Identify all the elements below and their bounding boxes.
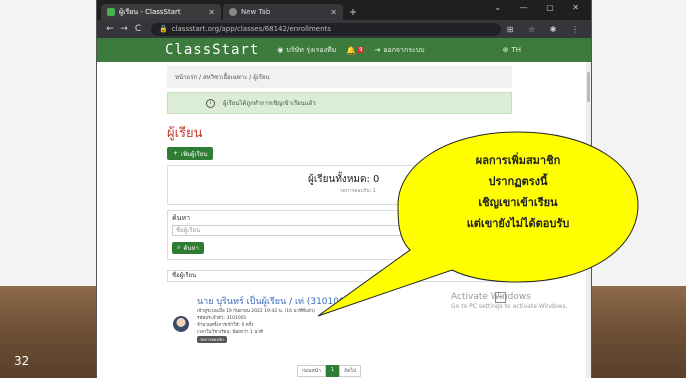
- search-input[interactable]: ชื่อผู้เรียน: [172, 225, 412, 236]
- pager-next[interactable]: ถัดไป: [339, 365, 362, 377]
- notification-bell[interactable]: 🔔 9: [346, 45, 365, 55]
- logout-link[interactable]: ⇥ ออกจากระบบ: [374, 45, 424, 56]
- tab-bar: ผู้เรียน - ClassStart ✕ New Tab ✕ + ⌄ — …: [97, 0, 591, 20]
- activate-windows-watermark: Activate Windows Go to PC settings to ac…: [451, 292, 568, 310]
- user-menu[interactable]: ◉ บริษัท รุ่งเรองทีม: [277, 45, 336, 56]
- plus-icon: +: [173, 150, 179, 157]
- list-header: ชื่อผู้เรียน: [167, 270, 512, 282]
- url-text: classstart.org/app/classes/68142/enrollm…: [171, 25, 331, 33]
- search-label: ค้นหา: [172, 214, 191, 222]
- tab-classstart[interactable]: ผู้เรียน - ClassStart ✕: [101, 4, 221, 20]
- success-alert: i ผู้เรียนได้ถูกทำการเชิญเข้าเรียนแล้ว: [167, 92, 512, 114]
- lock-icon: 🔒: [159, 25, 168, 33]
- info-icon: i: [206, 98, 215, 108]
- logout-label: ออกจากระบบ: [383, 45, 425, 54]
- meta-visits: จำนวนครั้งการเข้าใช้: 0 ครั้ง: [197, 323, 254, 328]
- callout-line: เชิญเขาเข้าเรียน: [478, 196, 558, 209]
- globe-icon: ⊕: [502, 46, 509, 54]
- total-count: ผู้เรียนทั้งหมด: 0: [308, 174, 380, 185]
- callout-line: แต่เขายังไม่ได้ตอบรับ: [466, 217, 570, 230]
- search-button-label: ค้นหา: [183, 245, 199, 252]
- search-button[interactable]: ⌕ ค้นหา: [172, 242, 204, 254]
- classstart-favicon-icon: [107, 8, 115, 16]
- pending-count: รอการตอบรับ: 1: [340, 188, 376, 194]
- browser-toolbar-icons[interactable]: ⊞ ☆ ✱ ⋮: [507, 25, 585, 34]
- chrome-icon: [229, 8, 237, 16]
- wood-border-right: [590, 286, 686, 378]
- pager-prev[interactable]: ก่อนหน้า: [297, 365, 326, 377]
- callout-line: ผลการเพิ่มสมาชิก: [475, 154, 561, 167]
- language-label: TH: [511, 46, 521, 54]
- address-bar: ← → C 🔒 classstart.org/app/classes/68142/…: [97, 20, 591, 38]
- url-input[interactable]: 🔒 classstart.org/app/classes/68142/enroll…: [151, 22, 501, 36]
- add-learner-button[interactable]: + เพิ่มผู้เรียน: [167, 147, 214, 160]
- pager-current[interactable]: 1: [325, 365, 340, 377]
- language-selector[interactable]: ⊕ TH: [503, 46, 521, 54]
- alert-text: ผู้เรียนได้ถูกทำการเชิญเข้าเรียนแล้ว: [223, 100, 316, 107]
- learner-meta: เข้าสู่ระบบเมื่อ 19 กันยายน 2022 19:42 น…: [197, 308, 315, 344]
- callout-text: ผลการเพิ่มสมาชิก ปรากฏตรงนี้ เชิญเขาเข้า…: [448, 150, 588, 234]
- window-controls[interactable]: ⌄ — ▢ ✕: [494, 3, 587, 12]
- brand-logo[interactable]: ClassStart: [165, 42, 259, 58]
- close-tab-icon[interactable]: ✕: [330, 8, 337, 17]
- watermark-title: Activate Windows: [451, 292, 531, 302]
- watermark-subtitle: Go to PC settings to activate Windows.: [451, 303, 568, 310]
- search-icon: ⌕: [177, 244, 181, 251]
- user-name: บริษัท รุ่งเรองทีม: [286, 45, 337, 54]
- reload-icon[interactable]: C: [131, 24, 145, 34]
- new-tab-button[interactable]: +: [345, 4, 361, 20]
- tab-title: ผู้เรียน - ClassStart: [119, 7, 181, 16]
- scrollbar-thumb[interactable]: [587, 72, 590, 102]
- avatar: [173, 316, 189, 332]
- tab-title: New Tab: [241, 8, 271, 16]
- logout-icon: ⇥: [374, 46, 381, 54]
- notification-badge: 9: [357, 47, 365, 53]
- bell-icon: 🔔: [346, 45, 357, 55]
- forward-arrow-icon[interactable]: →: [117, 24, 131, 34]
- app-navbar: ClassStart ◉ บริษัท รุ่งเรองทีม 🔔 9 ⇥ ออกจา…: [97, 38, 591, 62]
- close-tab-icon[interactable]: ✕: [208, 8, 215, 17]
- status-badge: รอการตอบรับ: [197, 336, 227, 343]
- add-learner-label: เพิ่มผู้เรียน: [181, 150, 208, 158]
- slide-number: 32: [14, 354, 30, 368]
- pagination: ก่อนหน้า 1 ถัดไป: [297, 365, 362, 377]
- meta-id: รหัสประจำตัว: 3101001: [197, 316, 247, 321]
- user-avatar-icon: ◉: [277, 46, 284, 54]
- meta-login: เข้าสู่ระบบเมื่อ 19 กันยายน 2022 19:42 น…: [197, 309, 315, 314]
- page-title: ผู้เรียน: [167, 126, 203, 141]
- back-arrow-icon[interactable]: ←: [103, 24, 117, 34]
- breadcrumb[interactable]: หน้าแรก / สหวิชาเอื้อเฉพาะ / ผู้เรียน: [167, 66, 512, 88]
- meta-time: เวลาในวิชาเรียน: น้อยกว่า 1 นาที: [197, 330, 263, 335]
- learner-name-link[interactable]: นาย บุรินทร์ เป็นผู้เรียน / เท่ (3101001…: [197, 294, 354, 308]
- tab-new[interactable]: New Tab ✕: [223, 4, 343, 20]
- callout-line: ปรากฏตรงนี้: [488, 175, 548, 188]
